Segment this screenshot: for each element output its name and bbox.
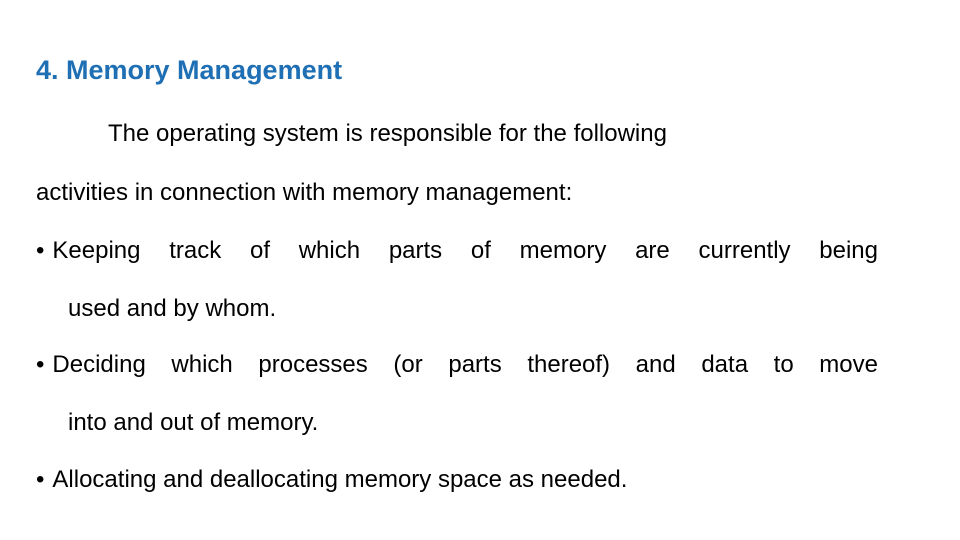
slide-title: 4. Memory Management: [36, 55, 343, 85]
bullet-item-2-line-2: into and out of memory.: [68, 409, 319, 436]
bullet-item-1-line-1: Keeping track of which parts of memory a…: [52, 237, 878, 264]
intro-text-line-2: activities in connection with memory man…: [36, 179, 573, 206]
intro-text-line-1: The operating system is responsible for …: [108, 120, 667, 147]
bullet-item-2: • Deciding which processes (or parts the…: [36, 350, 878, 380]
bullet-item-1-line-2: used and by whom.: [68, 295, 277, 322]
bullet-icon: •: [36, 466, 45, 493]
bullet-icon: •: [36, 351, 45, 378]
bullet-item-3-line-1: Allocating and deallocating memory space…: [52, 466, 628, 493]
bullet-item-3: • Allocating and deallocating memory spac…: [36, 465, 627, 495]
bullet-icon: •: [36, 237, 45, 264]
bullet-item-1: • Keeping track of which parts of memory…: [36, 236, 878, 266]
slide: 4. Memory Management The operating syste…: [0, 0, 960, 540]
bullet-item-2-line-1: Deciding which processes (or parts there…: [52, 351, 878, 378]
